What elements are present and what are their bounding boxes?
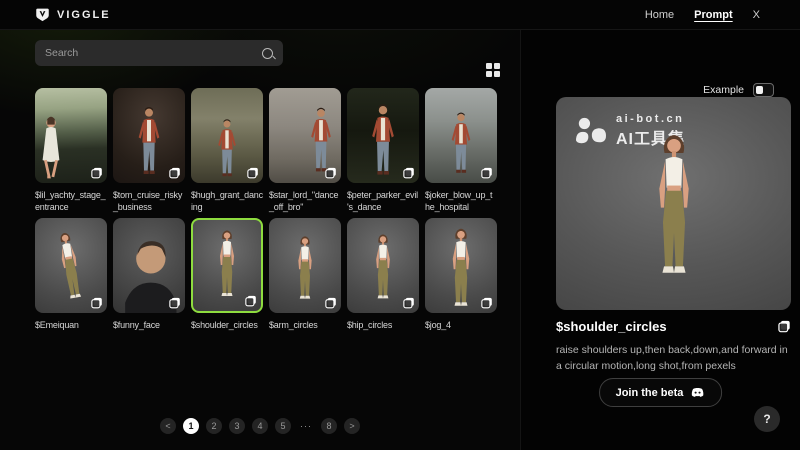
copy-template-icon[interactable] (325, 297, 337, 309)
ai-bot-logo-icon (574, 116, 608, 146)
template-card[interactable]: $hugh_grant_dancing (191, 88, 263, 218)
brand-name: VIGGLE (57, 9, 111, 21)
character-figure (129, 103, 169, 181)
character-figure (442, 227, 480, 313)
grid-view-icon[interactable] (486, 63, 501, 78)
join-beta-label: Join the beta (616, 387, 684, 399)
template-card[interactable]: $joker_blow_up_the_hospital (425, 88, 497, 218)
template-label: $lil_yachty_stage_entrance (35, 189, 107, 213)
join-beta-button[interactable]: Join the beta (599, 378, 723, 407)
template-label: $Emeiquan (35, 319, 107, 331)
video-thumbnail (347, 218, 419, 313)
template-preview: ai-bot.cn AI工具集 (556, 97, 791, 310)
template-label: $hugh_grant_dancing (191, 189, 263, 213)
template-card[interactable]: $funny_face (113, 218, 185, 348)
template-label: $arm_circles (269, 319, 341, 331)
video-thumbnail (191, 218, 263, 313)
search-bar (35, 40, 283, 66)
template-card-selected[interactable]: $shoulder_circles (191, 218, 263, 348)
video-thumbnail (425, 88, 497, 183)
template-label: $jog_4 (425, 319, 497, 331)
detail-pane: Example ai-bot.cn AI工具集 $shoulder_circle… (520, 30, 800, 450)
copy-template-icon[interactable] (169, 167, 181, 179)
pagination: < 1 2 3 4 5 ··· 8 > (0, 418, 520, 434)
character-figure (211, 229, 243, 309)
character-figure (290, 235, 320, 311)
video-thumbnail (113, 218, 185, 313)
preview-character-figure (639, 132, 709, 300)
template-description: raise shoulders up,then back,down,and fo… (556, 342, 794, 375)
template-card[interactable]: $arm_circles (269, 218, 341, 348)
viggle-brand[interactable]: VIGGLE (35, 7, 111, 22)
copy-template-icon[interactable] (91, 167, 103, 179)
pagination-page-1[interactable]: 1 (183, 418, 199, 434)
top-bar: VIGGLE Home Prompt X (0, 0, 800, 30)
example-toggle[interactable] (753, 83, 774, 97)
character-figure (37, 115, 65, 181)
pagination-page-4[interactable]: 4 (252, 418, 268, 434)
template-card[interactable]: $hip_circles (347, 218, 419, 348)
nav-home[interactable]: Home (645, 9, 674, 21)
example-label: Example (703, 84, 744, 96)
template-label: $shoulder_circles (191, 319, 263, 331)
character-figure (443, 107, 479, 181)
copy-template-icon[interactable] (403, 297, 415, 309)
copy-template-icon[interactable] (325, 167, 337, 179)
copy-title-icon[interactable] (778, 320, 791, 333)
discord-icon (690, 385, 705, 400)
viggle-logo-icon (35, 7, 50, 22)
copy-template-icon[interactable] (481, 297, 493, 309)
character-figure (368, 233, 399, 311)
template-label: $peter_parker_evil's_dance (347, 189, 419, 213)
copy-template-icon[interactable] (169, 297, 181, 309)
search-input[interactable] (45, 47, 262, 59)
template-label: $funny_face (113, 319, 185, 331)
template-grid: $lil_yachty_stage_entrance $tom_cruise_r… (35, 88, 497, 348)
help-button[interactable]: ? (754, 406, 780, 432)
copy-template-icon[interactable] (247, 167, 259, 179)
character-figure (47, 229, 94, 313)
pagination-page-5[interactable]: 5 (275, 418, 291, 434)
video-thumbnail (35, 218, 107, 313)
watermark-line1: ai-bot.cn (616, 113, 685, 125)
template-card[interactable]: $lil_yachty_stage_entrance (35, 88, 107, 218)
template-label: $tom_cruise_risky_business (113, 189, 185, 213)
video-thumbnail (269, 88, 341, 183)
template-title-row: $shoulder_circles (556, 319, 791, 334)
browse-pane: $lil_yachty_stage_entrance $tom_cruise_r… (0, 30, 520, 450)
template-card[interactable]: $star_lord_"dance_off_bro" (269, 88, 341, 218)
video-thumbnail (191, 88, 263, 183)
template-title: $shoulder_circles (556, 319, 667, 334)
viggle-app: VIGGLE Home Prompt X $lil_yachty_stage_e… (0, 0, 800, 450)
template-card[interactable]: $peter_parker_evil's_dance (347, 88, 419, 218)
copy-template-icon[interactable] (245, 295, 257, 307)
video-thumbnail (347, 88, 419, 183)
template-label: $joker_blow_up_the_hospital (425, 189, 497, 213)
video-thumbnail (113, 88, 185, 183)
template-card[interactable]: $tom_cruise_risky_business (113, 88, 185, 218)
video-thumbnail (425, 218, 497, 313)
pagination-page-3[interactable]: 3 (229, 418, 245, 434)
pagination-ellipsis: ··· (298, 418, 314, 434)
video-thumbnail (269, 218, 341, 313)
template-card[interactable]: $Emeiquan (35, 218, 107, 348)
nav-x[interactable]: X (753, 9, 760, 21)
video-thumbnail (35, 88, 107, 183)
search-icon[interactable] (262, 48, 273, 59)
copy-template-icon[interactable] (403, 167, 415, 179)
template-label: $hip_circles (347, 319, 419, 331)
copy-template-icon[interactable] (481, 167, 493, 179)
template-label: $star_lord_"dance_off_bro" (269, 189, 341, 213)
pagination-page-2[interactable]: 2 (206, 418, 222, 434)
character-figure (362, 101, 404, 181)
copy-template-icon[interactable] (91, 297, 103, 309)
pagination-page-8[interactable]: 8 (321, 418, 337, 434)
top-nav: Home Prompt X (645, 9, 760, 21)
example-toggle-row: Example (703, 83, 774, 97)
pagination-next[interactable]: > (344, 418, 360, 434)
character-figure (210, 117, 244, 181)
pagination-prev[interactable]: < (160, 418, 176, 434)
nav-prompt[interactable]: Prompt (694, 9, 733, 21)
template-card[interactable]: $jog_4 (425, 218, 497, 348)
